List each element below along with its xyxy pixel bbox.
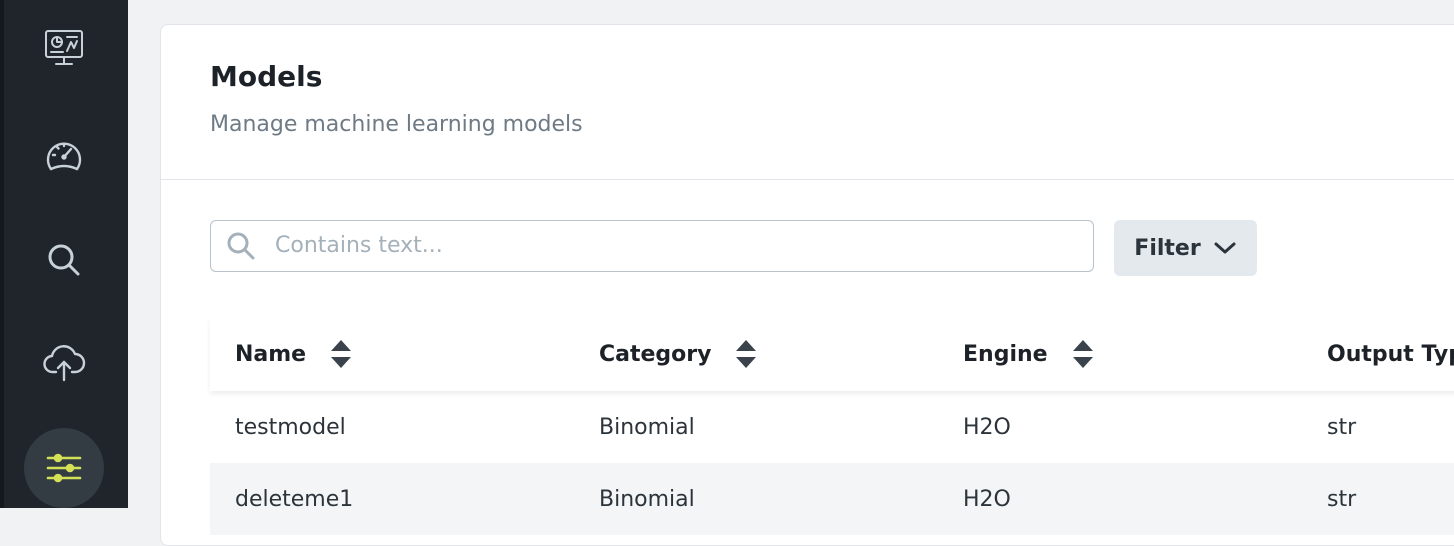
cell-name: deleteme1 xyxy=(235,486,354,512)
nav-item-analytics[interactable] xyxy=(24,8,104,88)
cell-engine: H2O xyxy=(963,414,1011,440)
nav-item-upload[interactable] xyxy=(24,322,104,402)
column-header-output-type[interactable]: Output Typ xyxy=(1327,317,1454,391)
models-card: Models Manage machine learning models Fi… xyxy=(160,24,1454,546)
column-header-label: Name xyxy=(235,341,307,367)
cell-engine: H2O xyxy=(963,486,1011,512)
search-box[interactable] xyxy=(210,220,1094,272)
table-row[interactable]: testmodel Binomial H2O str xyxy=(210,391,1454,463)
cell-category: Binomial xyxy=(599,486,695,512)
nav-item-dashboard[interactable] xyxy=(24,116,104,196)
filter-button[interactable]: Filter xyxy=(1114,220,1257,276)
sidebar xyxy=(0,0,128,508)
column-header-label: Engine xyxy=(963,341,1048,367)
cell-output-type: str xyxy=(1327,486,1357,512)
column-header-engine[interactable]: Engine xyxy=(963,317,1094,391)
search-input[interactable] xyxy=(275,221,1075,270)
search-icon xyxy=(227,232,255,260)
header-divider xyxy=(161,179,1454,180)
sort-icon[interactable] xyxy=(1072,339,1094,369)
column-header-category[interactable]: Category xyxy=(599,317,757,391)
column-header-label: Category xyxy=(599,341,712,367)
column-header-name[interactable]: Name xyxy=(235,317,352,391)
cell-name: testmodel xyxy=(235,414,346,440)
monitor-chart-icon xyxy=(45,30,83,65)
chevron-down-icon xyxy=(1214,242,1236,254)
table-row[interactable]: deleteme1 Binomial H2O str xyxy=(210,463,1454,535)
nav-item-search[interactable] xyxy=(24,220,104,300)
column-header-label: Output Typ xyxy=(1327,341,1454,367)
sidebar-edge xyxy=(0,0,4,508)
page-title: Models xyxy=(210,60,323,93)
sort-icon[interactable] xyxy=(330,339,352,369)
cell-output-type: str xyxy=(1327,414,1357,440)
cell-category: Binomial xyxy=(599,414,695,440)
cloud-upload-icon xyxy=(43,345,86,382)
nav-item-models[interactable] xyxy=(24,428,104,508)
filter-label: Filter xyxy=(1134,235,1201,261)
speedometer-icon xyxy=(46,142,82,171)
table-header: Name Category Engine Output Typ xyxy=(210,317,1454,391)
search-icon xyxy=(48,244,80,276)
sliders-icon xyxy=(46,453,82,483)
page-subtitle: Manage machine learning models xyxy=(210,112,583,137)
sort-icon[interactable] xyxy=(735,339,757,369)
